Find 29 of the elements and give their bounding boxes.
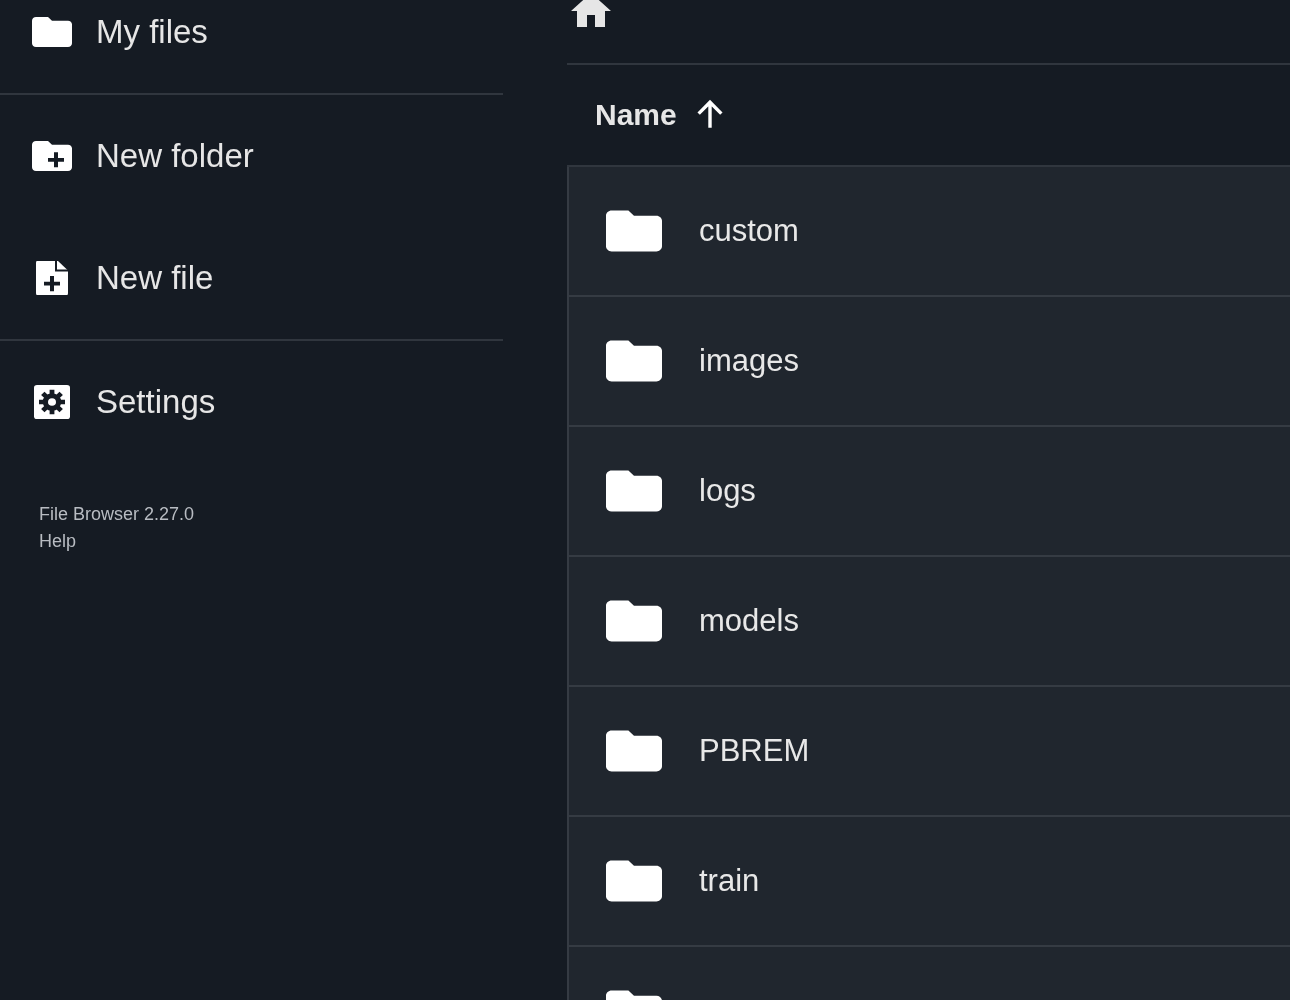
folder-row[interactable]: models — [567, 557, 1290, 687]
folder-row[interactable]: images — [567, 297, 1290, 427]
help-link[interactable]: Help — [39, 528, 77, 555]
gear-icon — [32, 385, 72, 419]
folder-name: custom — [699, 213, 799, 249]
folder-row[interactable]: custom — [567, 167, 1290, 297]
column-header[interactable]: Name — [595, 98, 677, 132]
folder-name: logs — [699, 473, 756, 509]
folder-row[interactable]: train — [567, 817, 1290, 947]
folder-icon — [32, 15, 72, 49]
folder-name: train — [699, 863, 760, 899]
folder-plus-icon — [32, 139, 72, 173]
folder-icon — [606, 598, 662, 644]
sidebar-item[interactable]: Settings — [0, 341, 503, 463]
folder-icon — [606, 208, 662, 254]
folder-icon — [606, 468, 662, 514]
folder-icon — [606, 858, 662, 904]
home-icon[interactable] — [571, 0, 611, 30]
folder-row[interactable]: logs — [567, 427, 1290, 557]
sidebar-item[interactable]: New folder — [0, 95, 503, 217]
folder-name: images — [699, 343, 799, 379]
sidebar-item[interactable]: New file — [0, 217, 503, 339]
version-text: File Browser 2.27.0 — [39, 503, 195, 526]
folder-name: models — [699, 603, 799, 639]
folder-row[interactable]: PBREM — [567, 687, 1290, 817]
sidebar-item[interactable]: My files — [0, 0, 503, 93]
folder-icon — [606, 338, 662, 384]
folder-name: PBREM — [699, 733, 810, 769]
folder-icon — [606, 728, 662, 774]
